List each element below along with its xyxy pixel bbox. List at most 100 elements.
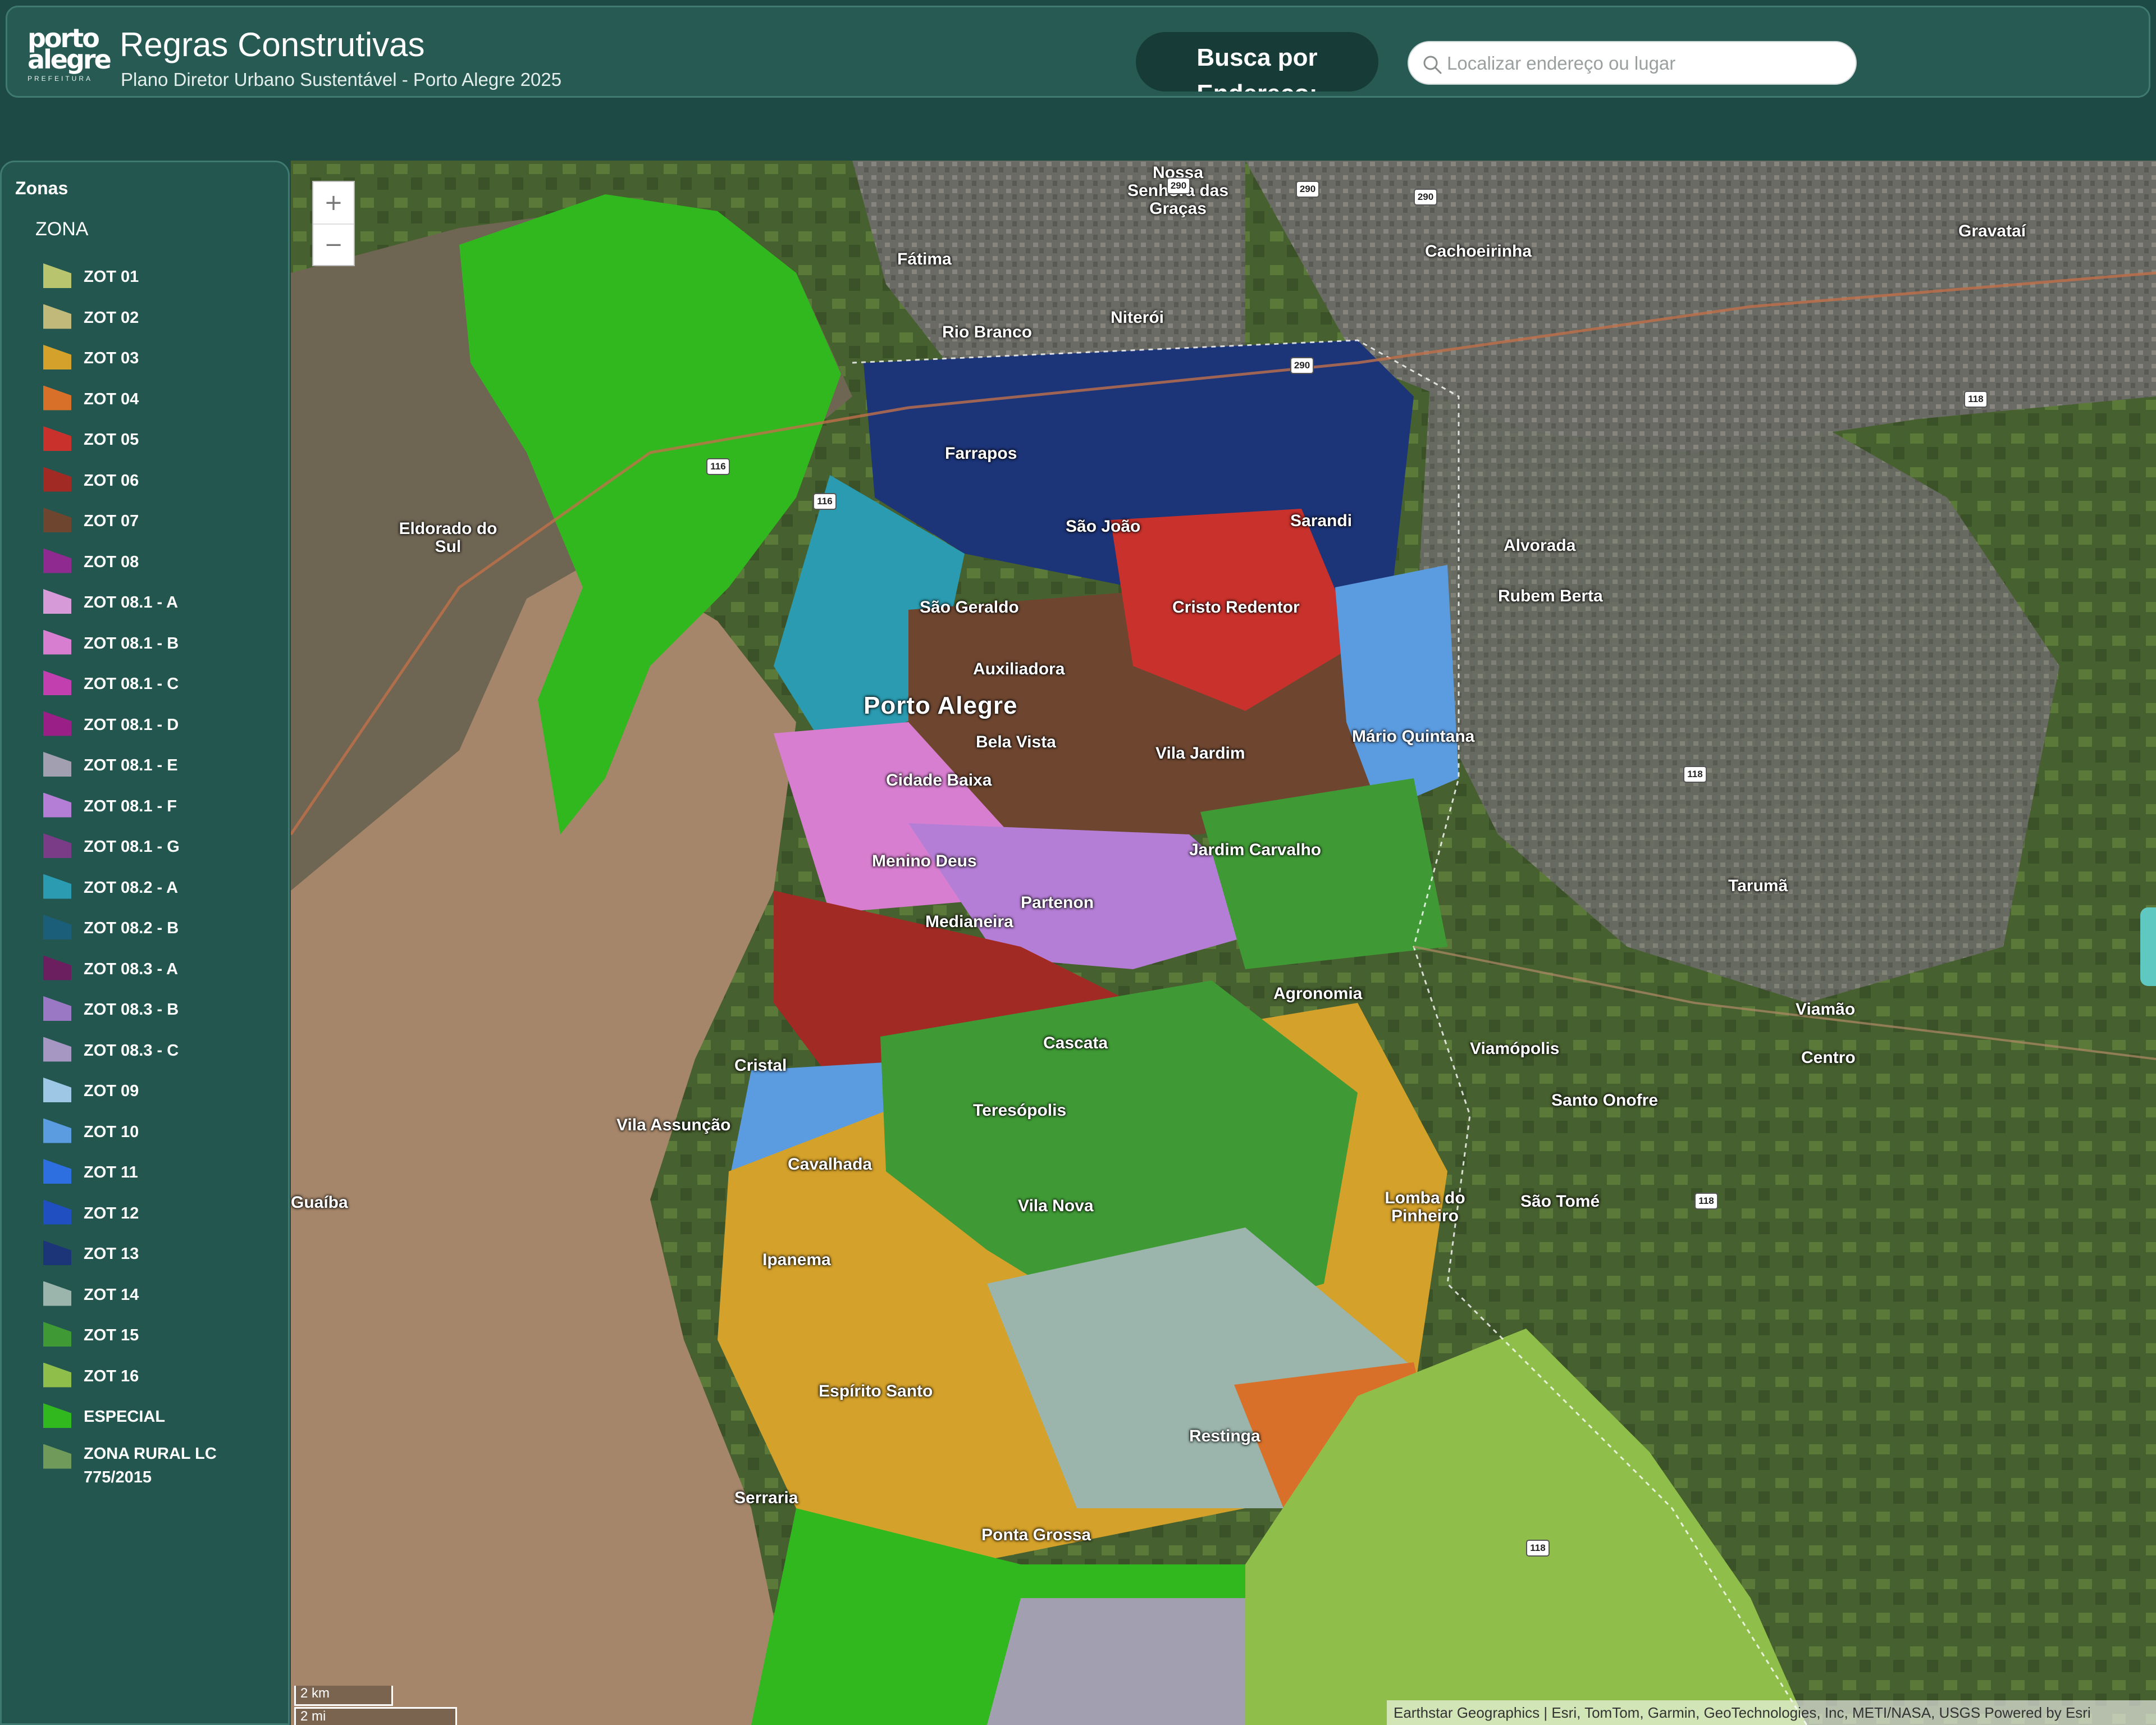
address-search-input[interactable]	[1447, 47, 1840, 80]
legend-item: ZOT 08.3 - A	[43, 950, 279, 991]
legend-swatch	[43, 508, 71, 532]
scale-bar-km: 2 km	[294, 1686, 393, 1706]
map-canvas[interactable]	[291, 161, 2156, 1725]
legend-swatch	[43, 629, 71, 655]
legend-item: ZOT 02	[43, 299, 279, 340]
legend-item: ZOT 11	[43, 1153, 279, 1194]
map-place-label: Eldorado do Sul	[399, 519, 497, 556]
map-attribution: Earthstar Geographics | Esri, TomTom, Ga…	[1387, 1700, 2156, 1725]
legend-label: ZOT 08.1 - G	[84, 838, 180, 856]
legend-swatch	[43, 589, 71, 614]
legend-item: ZOT 08.3 - C	[43, 1032, 279, 1073]
map-place-label: Cavalhada	[788, 1155, 873, 1174]
legend-item: ZOT 08.1 - E	[43, 746, 279, 787]
map-place-label: Cristo Redentor	[1172, 598, 1300, 617]
map-place-label: Medianeira	[925, 912, 1013, 931]
legend-label: ZOT 01	[84, 268, 139, 286]
legend-label: ZOT 10	[84, 1122, 139, 1141]
legend-item: ZOT 04	[43, 380, 279, 421]
map-place-label: Agronomia	[1273, 984, 1363, 1003]
map-place-label: Centro	[1801, 1048, 1856, 1067]
map-place-label: Menino Deus	[872, 852, 977, 870]
map-view[interactable]: Nossa Senhora das Graças Fátima Cachoeirin…	[291, 161, 2156, 1725]
route-shield-badge: 290	[1290, 357, 1314, 374]
prefeitura-logo: porto alegre PREFEITURA	[28, 25, 112, 84]
map-place-label: Viamão	[1796, 1000, 1856, 1019]
zoom-in-button[interactable]: +	[313, 182, 354, 223]
map-place-label: São Geraldo	[920, 598, 1019, 617]
legend-label: ZOT 11	[84, 1163, 138, 1181]
map-place-label: Guaíba	[291, 1193, 348, 1212]
legend-label: ZOT 08.1 - F	[84, 797, 177, 815]
map-place-label: Vila Nova	[1018, 1197, 1094, 1215]
map-place-label: Espírito Santo	[819, 1382, 933, 1400]
map-place-label: Tarumã	[1728, 877, 1788, 895]
legend-panel: Zonas ZONA ZOT 01 ZOT 02 ZOT 03 ZOT 04 ZOT 0…	[0, 161, 290, 1725]
legend-item: ZOT 03	[43, 339, 279, 380]
legend-swatch	[43, 711, 71, 736]
map-place-label: Cachoeirinha	[1425, 242, 1532, 261]
legend-label: ZOT 13	[84, 1245, 139, 1263]
legend-item: ZOT 08.1 - G	[43, 828, 279, 869]
legend-swatch	[43, 1159, 71, 1184]
route-shield-badge: 118	[1526, 1540, 1550, 1557]
legend-label: ZOT 05	[84, 431, 139, 449]
legend-label: ZOT 16	[84, 1367, 139, 1385]
legend-swatch	[43, 467, 71, 492]
legend-label: ESPECIAL	[84, 1408, 166, 1426]
legend-swatch	[43, 874, 71, 899]
legend-item: ZOT 16	[43, 1357, 279, 1398]
legend-item: ZOT 08.1 - A	[43, 583, 279, 624]
address-search-box[interactable]	[1408, 41, 1857, 85]
map-place-label: Lomba do Pinheiro	[1385, 1189, 1465, 1225]
map-place-label: Ponta Grossa	[981, 1526, 1091, 1544]
map-place-label: Teresópolis	[973, 1101, 1067, 1120]
map-place-label: Serraria	[734, 1489, 798, 1507]
legend-label: ZOT 14	[84, 1285, 139, 1304]
side-panel-toggle[interactable]	[2140, 907, 2156, 986]
map-place-label: São Tomé	[1520, 1192, 1600, 1211]
map-place-label: Auxiliadora	[973, 660, 1065, 678]
legend-swatch	[43, 792, 71, 818]
map-place-label: Vila Assunção	[616, 1116, 731, 1134]
legend-swatch	[43, 670, 71, 695]
logo-text-prefeitura: PREFEITURA	[28, 75, 93, 83]
page-title: Regras Construtivas	[120, 26, 425, 63]
map-place-label: Sarandi	[1290, 512, 1353, 530]
scale-bar-mi: 2 mi	[294, 1707, 457, 1725]
scale-bar: 2 km 2 mi	[294, 1686, 463, 1725]
address-search-mode-button[interactable]: Busca por Endereço:	[1136, 32, 1378, 92]
legend-swatch	[43, 955, 71, 980]
map-place-label: Cidade Baixa	[886, 771, 992, 790]
map-place-label: Alvorada	[1504, 536, 1576, 555]
legend-label: ZONA RURAL LC 775/2015	[84, 1444, 217, 1486]
map-place-label: Cascata	[1043, 1034, 1108, 1052]
legend-item: ZOT 08.2 - B	[43, 909, 279, 950]
legend-swatch	[43, 385, 71, 410]
map-place-label: Santo Onofre	[1551, 1091, 1659, 1110]
map-place-label: Rio Branco	[942, 323, 1033, 341]
legend-swatch	[43, 426, 71, 451]
legend-swatch	[43, 1078, 71, 1102]
legend-label: ZOT 08.1 - D	[84, 715, 179, 734]
map-place-label: Porto Alegre	[864, 692, 1018, 719]
legend-item: ZOT 06	[43, 462, 279, 503]
legend-label: ZOT 15	[84, 1326, 139, 1344]
legend-swatch	[43, 1362, 71, 1388]
legend-item: ZOT 09	[43, 1072, 279, 1113]
legend-item: ZOT 15	[43, 1316, 279, 1357]
zoom-out-button[interactable]: −	[313, 223, 354, 265]
search-icon	[1423, 56, 1442, 74]
legend-label: ZOT 08.2 - A	[84, 878, 179, 897]
legend-swatch	[43, 548, 71, 573]
legend-heading: Zonas	[15, 178, 68, 198]
legend-swatch	[43, 1037, 71, 1062]
map-place-label: Restinga	[1189, 1427, 1260, 1445]
legend-item: ZOT 12	[43, 1194, 279, 1235]
map-place-label: Ipanema	[762, 1251, 831, 1269]
legend-swatch	[43, 996, 71, 1021]
app-header: porto alegre PREFEITURA Regras Construti…	[6, 6, 2150, 98]
route-shield-badge: 116	[813, 493, 837, 510]
legend-label: ZOT 08	[84, 553, 139, 571]
legend-swatch	[43, 1281, 71, 1306]
